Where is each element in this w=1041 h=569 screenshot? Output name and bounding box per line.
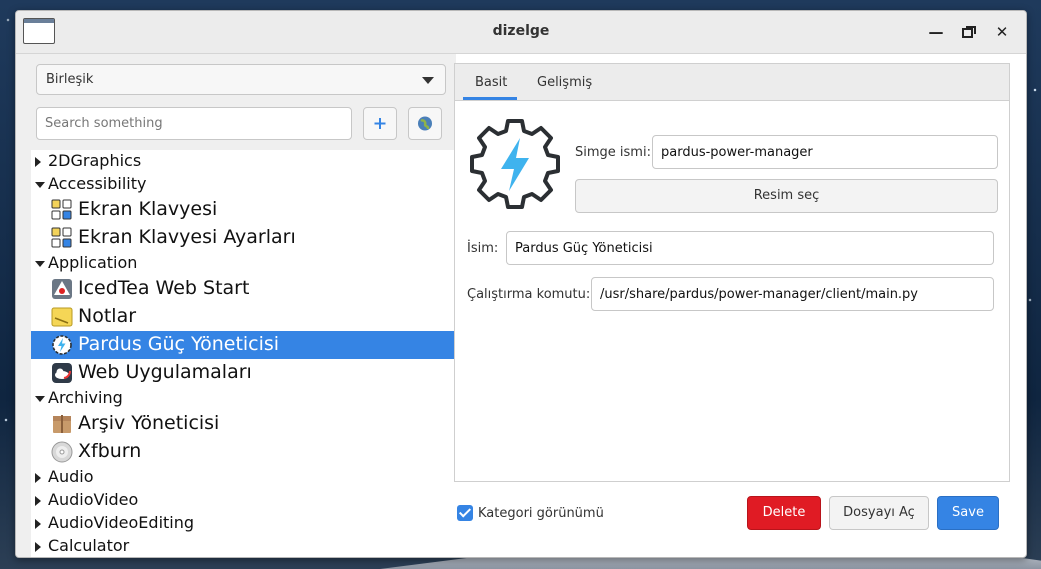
cloud-icon	[51, 362, 73, 384]
tree-item-label: Audio	[48, 467, 94, 486]
globe-icon	[418, 116, 432, 131]
tree-item-label: Arşiv Yöneticisi	[78, 412, 220, 434]
icon-name-label: Simge ismi:	[575, 145, 651, 160]
category-view-checkbox[interactable]	[457, 505, 473, 521]
exec-label: Çalıştırma komutu:	[467, 287, 591, 302]
tree-category-audio[interactable]: Audio	[31, 466, 457, 489]
tree-item-label: 2DGraphics	[48, 151, 142, 170]
delete-button[interactable]: Delete	[747, 496, 821, 530]
tree-app-ar-iv-y-neticisi[interactable]: Arşiv Yöneticisi	[31, 410, 457, 438]
tree-app-notlar[interactable]: Notlar	[31, 303, 457, 331]
expander-closed-icon[interactable]	[35, 542, 41, 552]
expander-open-icon[interactable]	[35, 396, 45, 402]
tree-app-icedtea-web-start[interactable]: IcedTea Web Start	[31, 275, 457, 303]
category-combo[interactable]: Birleşik	[36, 64, 446, 95]
plus-icon	[374, 118, 386, 129]
notes-icon	[51, 306, 73, 328]
archive-box-icon	[51, 413, 73, 435]
tree-category-application[interactable]: Application	[31, 252, 457, 275]
icon-name-field[interactable]	[652, 135, 998, 169]
active-tab-indicator	[463, 97, 517, 100]
tree-item-label: Archiving	[48, 388, 123, 407]
tab-gelismis[interactable]: Gelişmiş	[537, 75, 592, 90]
minimize-icon[interactable]: —	[925, 21, 947, 43]
choose-image-button[interactable]: Resim seç	[575, 179, 998, 213]
tree-app-web-uygulamalar-[interactable]: Web Uygulamaları	[31, 359, 457, 387]
tree-item-label: Xfburn	[78, 440, 142, 462]
power-gear-icon	[470, 119, 560, 209]
maximize-icon[interactable]	[958, 21, 980, 43]
name-field[interactable]	[506, 231, 994, 265]
keyboard-icon	[51, 199, 73, 221]
disc-icon	[51, 441, 73, 463]
tree-item-label: Ekran Klavyesi	[78, 198, 218, 220]
tree-item-label: Ekran Klavyesi Ayarları	[78, 226, 296, 248]
chevron-down-icon	[422, 77, 434, 84]
open-file-button[interactable]: Dosyayı Aç	[829, 496, 929, 530]
close-icon[interactable]: ✕	[991, 21, 1013, 43]
expander-closed-icon[interactable]	[35, 496, 41, 506]
tree-category-accessibility[interactable]: Accessibility	[31, 173, 457, 196]
tree-item-label: Application	[48, 253, 138, 272]
expander-open-icon[interactable]	[35, 182, 45, 188]
tree-category-audiovideoediting[interactable]: AudioVideoEditing	[31, 512, 457, 535]
save-button[interactable]: Save	[937, 496, 999, 530]
tree-item-label: AudioVideo	[48, 490, 139, 509]
expander-closed-icon[interactable]	[35, 157, 41, 167]
tab-basit[interactable]: Basit	[475, 75, 507, 90]
tab-bar: Basit Gelişmiş	[455, 64, 1009, 101]
tree-app-ekran-klavyesi-ayarlar-[interactable]: Ekran Klavyesi Ayarları	[31, 224, 457, 252]
tree-item-label: Pardus Güç Yöneticisi	[78, 333, 280, 355]
tree-item-label: Calculator	[48, 536, 130, 555]
tree-item-label: Web Uygulamaları	[78, 361, 252, 383]
tree-item-label: Notlar	[78, 305, 137, 327]
tree-item-label: Accessibility	[48, 174, 147, 193]
tree-app-ekran-klavyesi[interactable]: Ekran Klavyesi	[31, 196, 457, 224]
keyboard-icon	[51, 227, 73, 249]
power-gear-icon	[51, 334, 73, 356]
expander-open-icon[interactable]	[35, 261, 45, 267]
expander-closed-icon[interactable]	[35, 519, 41, 529]
search-input[interactable]	[36, 107, 352, 140]
java-icon	[51, 278, 73, 300]
sidebar: Birleşik 2DGraphics Accessibility Ekran Kl…	[16, 54, 457, 557]
exec-field[interactable]	[591, 277, 994, 311]
tree-app-xfburn[interactable]: Xfburn	[31, 438, 457, 466]
tree-item-label: IcedTea Web Start	[78, 277, 250, 299]
app-window: dizelge — ✕ Birleşik 2DGraphics Accessibi…	[15, 10, 1027, 558]
tree-item-label: AudioVideoEditing	[48, 513, 195, 532]
category-combo-value: Birleşik	[46, 72, 94, 87]
name-label: İsim:	[467, 241, 499, 256]
tree-category-archiving[interactable]: Archiving	[31, 387, 457, 410]
tree-app-pardus-g-y-neticisi[interactable]: Pardus Güç Yöneticisi	[31, 331, 457, 359]
add-button[interactable]	[363, 107, 397, 140]
app-tree[interactable]: 2DGraphics Accessibility Ekran Klavyesi Ekr…	[31, 150, 457, 557]
web-button[interactable]	[408, 107, 442, 140]
tree-category-audiovideo[interactable]: AudioVideo	[31, 489, 457, 512]
tree-category-2dgraphics[interactable]: 2DGraphics	[31, 150, 457, 173]
expander-closed-icon[interactable]	[35, 473, 41, 483]
window-title: dizelge	[492, 23, 550, 39]
category-view-label[interactable]: Kategori görünümü	[478, 506, 604, 521]
properties-panel: Basit Gelişmiş Simge ismi: Resim seç İsi…	[454, 63, 1010, 482]
titlebar: dizelge — ✕	[16, 11, 1026, 54]
tree-category-calculator[interactable]: Calculator	[31, 535, 457, 557]
